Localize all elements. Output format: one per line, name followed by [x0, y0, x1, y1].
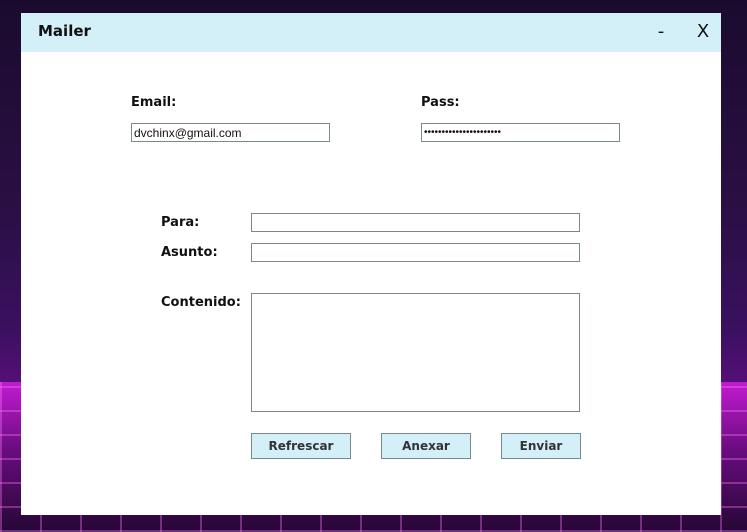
- pass-label: Pass:: [421, 95, 460, 110]
- content-label: Contenido:: [161, 295, 241, 310]
- window-title: Mailer: [38, 22, 91, 40]
- to-label: Para:: [161, 215, 200, 230]
- content-textarea[interactable]: [251, 293, 580, 412]
- minimize-button[interactable]: -: [651, 17, 671, 47]
- email-label: Email:: [131, 95, 177, 110]
- email-field[interactable]: [131, 123, 330, 142]
- to-field[interactable]: [251, 213, 580, 232]
- attach-button[interactable]: Anexar: [381, 433, 471, 459]
- subject-label: Asunto:: [161, 245, 218, 260]
- refresh-button[interactable]: Refrescar: [251, 433, 351, 459]
- subject-field[interactable]: [251, 243, 580, 262]
- close-button[interactable]: X: [691, 17, 715, 47]
- send-button[interactable]: Enviar: [501, 433, 581, 459]
- password-field[interactable]: [421, 123, 620, 142]
- title-bar[interactable]: Mailer - X: [21, 13, 721, 52]
- mailer-window: Mailer - X Email: Pass: Para: Asunto: Co…: [21, 13, 721, 515]
